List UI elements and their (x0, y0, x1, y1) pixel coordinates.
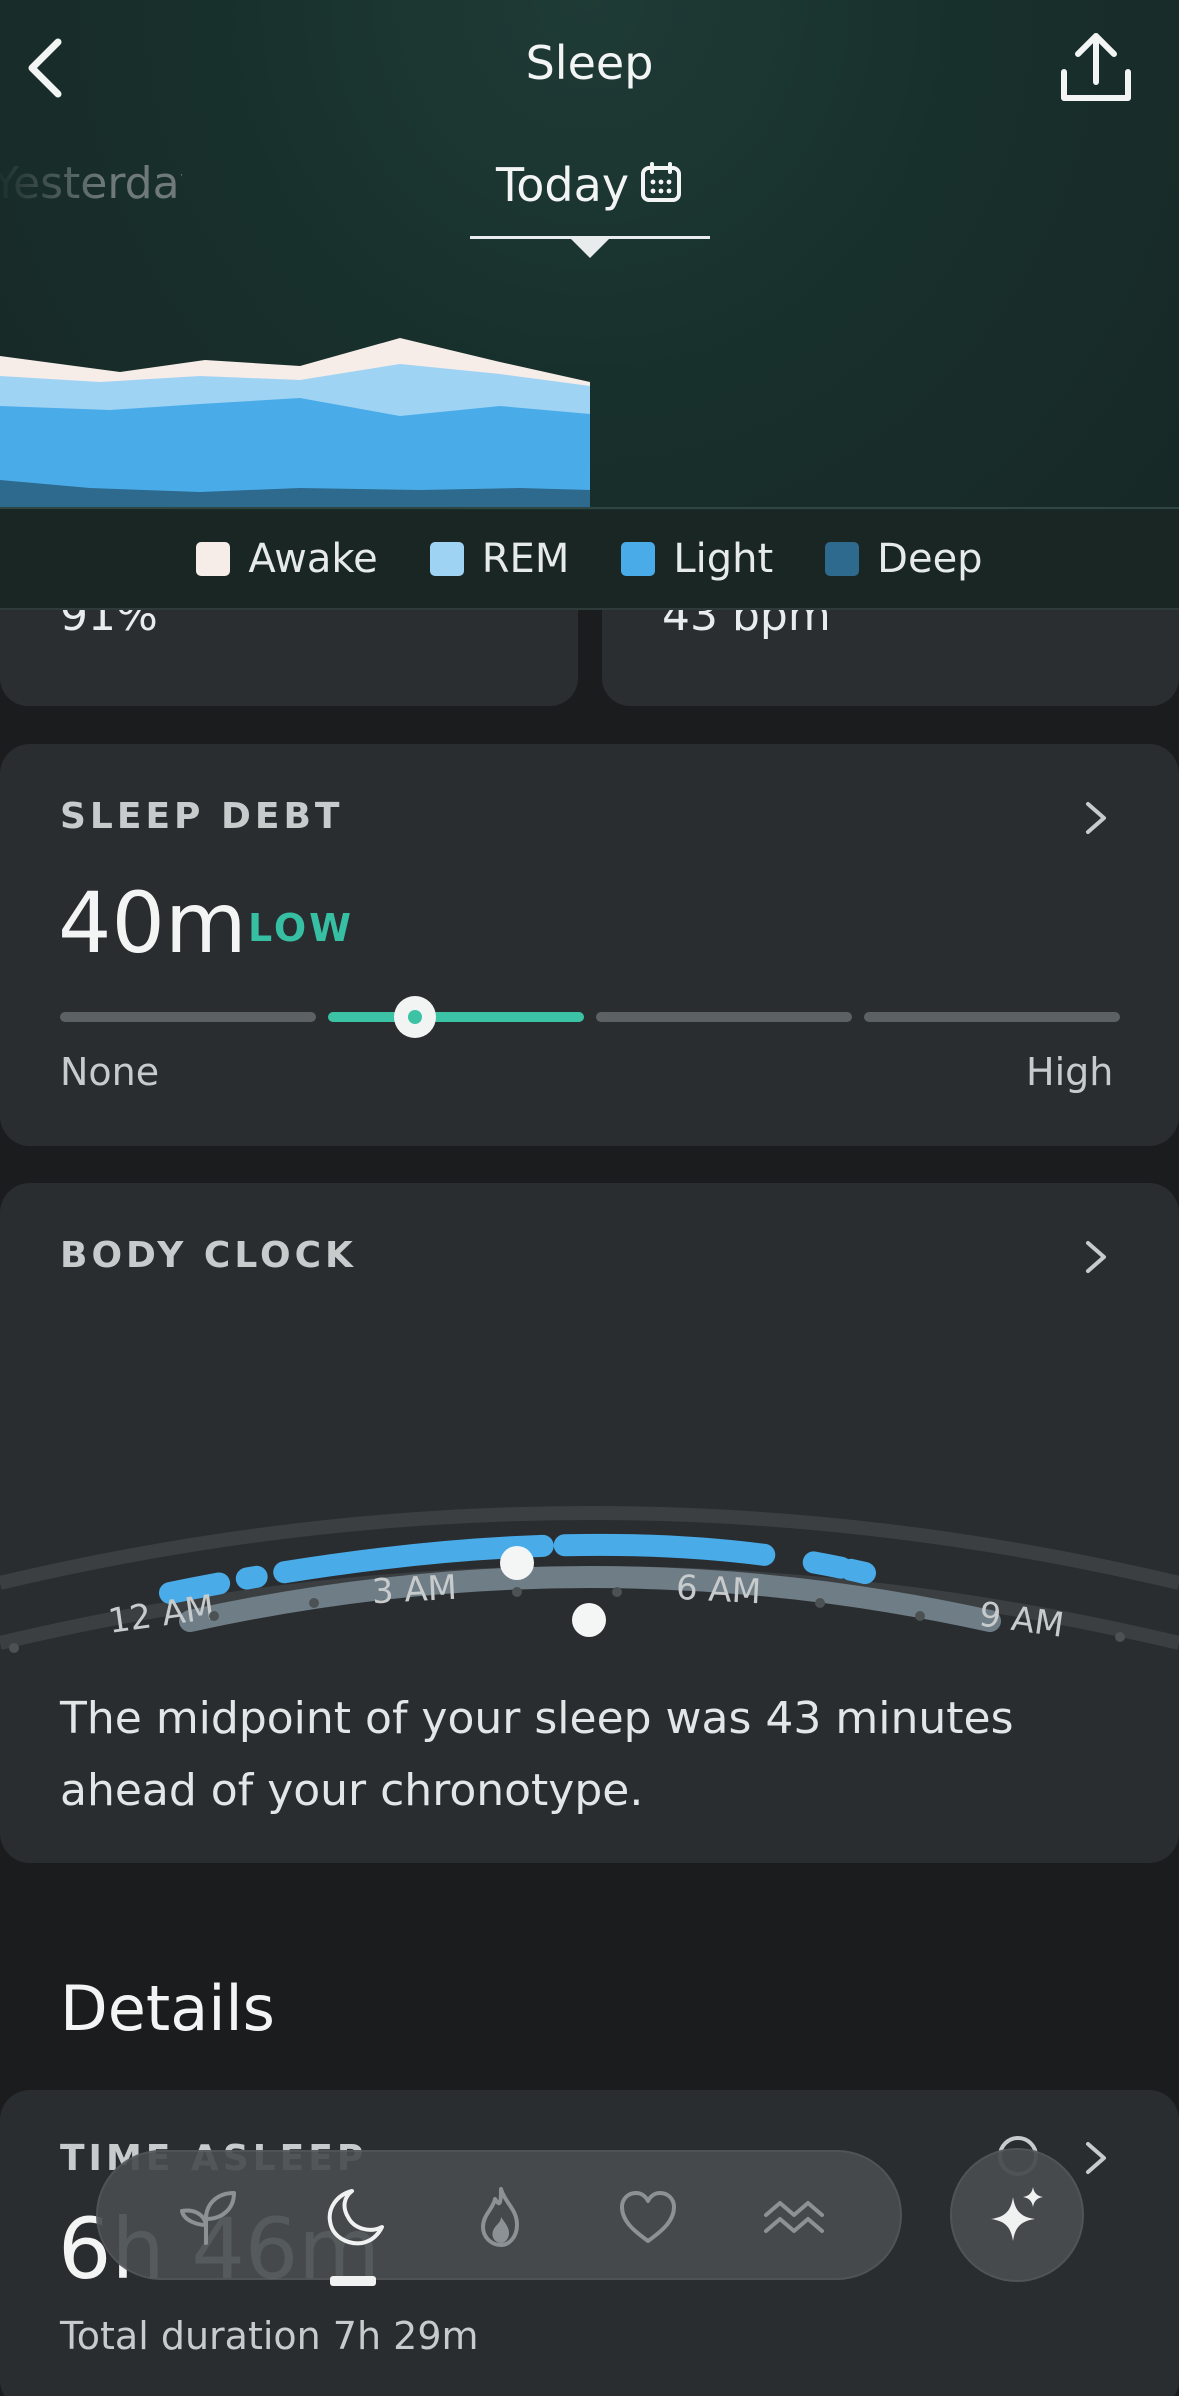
chart-baseline (0, 507, 1179, 509)
top-bar: Sleep (0, 0, 1179, 140)
share-button[interactable] (1056, 24, 1136, 108)
debt-scale-segment-3 (596, 1012, 852, 1022)
debt-scale-marker (394, 996, 436, 1038)
chevron-right-icon[interactable] (1078, 2138, 1114, 2178)
day-tab-current[interactable]: Today (470, 156, 710, 240)
share-icon (1061, 33, 1131, 101)
nav-recovery[interactable] (168, 2177, 248, 2257)
heart-icon (620, 2191, 676, 2243)
body-clock-card[interactable]: BODY CLOCK 12 AM 3 AM 6 AM 9 AM The midp… (0, 1183, 1179, 1863)
body-clock-label: BODY CLOCK (60, 1235, 357, 1276)
legend-item-light: Light (621, 536, 773, 582)
clock-label-3am: 3 AM (371, 1568, 458, 1612)
sprout-icon (180, 2191, 236, 2245)
legend-item-awake: Awake (196, 536, 378, 582)
waves-icon (764, 2201, 824, 2233)
bottom-nav (96, 2150, 902, 2286)
debt-scale-min: None (60, 1050, 160, 1094)
nav-sleep[interactable] (314, 2177, 394, 2257)
chevron-right-icon[interactable] (1078, 1237, 1114, 1277)
legend-label-deep: Deep (877, 536, 983, 582)
moon-icon (327, 2189, 384, 2246)
nav-stress[interactable] (754, 2177, 834, 2257)
legend-swatch-light (621, 542, 656, 576)
caret-down-icon (570, 238, 610, 258)
nav-strain[interactable] (461, 2177, 541, 2257)
body-clock-chart: 12 AM 3 AM 6 AM 9 AM (0, 1506, 1179, 1653)
day-tab-current-label: Today (496, 158, 630, 212)
chart-legend: Awake REM Light Deep (0, 510, 1179, 610)
nav-heart[interactable] (608, 2177, 688, 2257)
legend-swatch-awake (196, 542, 231, 576)
clock-label-9am: 9 AM (977, 1594, 1067, 1645)
clock-label-12am: 12 AM (106, 1587, 217, 1641)
clock-label-6am: 6 AM (675, 1568, 762, 1612)
debt-marker-dot (408, 1010, 422, 1024)
stat-value-right: 43 bpm (662, 610, 831, 641)
legend-swatch-rem (429, 542, 464, 576)
stat-card-left[interactable]: 91% (0, 610, 578, 706)
legend-item-rem: REM (429, 536, 570, 582)
day-tab-previous[interactable]: Yesterday (0, 158, 182, 209)
body-clock-description: The midpoint of your sleep was 43 minute… (60, 1693, 1014, 1816)
legend-swatch-deep (825, 542, 860, 576)
stat-value-left: 91% (60, 610, 158, 641)
page-title: Sleep (525, 36, 654, 90)
debt-scale-segment-2 (328, 1012, 584, 1022)
legend-label-rem: REM (481, 536, 570, 582)
stat-card-right[interactable]: 43 bpm (602, 610, 1179, 706)
sparkle-icon (991, 2187, 1043, 2241)
debt-scale-segment-1 (60, 1012, 316, 1022)
details-heading: Details (60, 1972, 275, 2045)
debt-scale-segment-4 (864, 1012, 1120, 1022)
sleep-debt-label: SLEEP DEBT (60, 796, 344, 837)
sleep-debt-level: LOW (248, 906, 355, 950)
sleep-debt-value: 40m (58, 874, 247, 972)
debt-scale-max: High (1026, 1050, 1114, 1094)
chevron-right-icon[interactable] (1078, 798, 1114, 838)
legend-item-deep: Deep (825, 536, 983, 582)
sleep-stages-chart (0, 338, 590, 508)
legend-label-awake: Awake (248, 536, 378, 582)
legend-label-light: Light (673, 536, 774, 582)
total-duration: Total duration 7h 29m (60, 2314, 479, 2358)
calendar-icon (640, 162, 682, 208)
sleep-debt-card[interactable]: SLEEP DEBT 40m LOW None High (0, 744, 1179, 1146)
stats-row: 91% 43 bpm (0, 610, 1179, 720)
ai-assistant-button[interactable] (950, 2148, 1084, 2282)
nav-active-indicator (330, 2276, 376, 2286)
flame-icon (481, 2187, 519, 2247)
